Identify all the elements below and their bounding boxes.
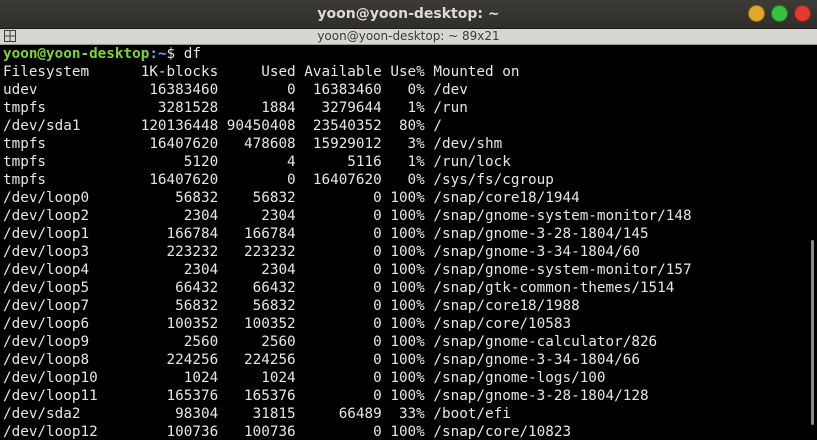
prompt-path: :~: [149, 46, 167, 62]
terminal-tab-title[interactable]: yoon@yoon-desktop: ~ 89x21: [0, 29, 817, 44]
title-bar[interactable]: yoon@yoon-desktop: ~: [0, 0, 817, 29]
minimize-button[interactable]: [748, 5, 765, 22]
df-output-row: /dev/sda2 98304 31815 66489 33% /boot/ef…: [3, 406, 511, 422]
df-output-row: /dev/loop3 223232 223232 0 100% /snap/gn…: [3, 244, 640, 260]
df-output-row: /dev/loop12 100736 100736 0 100% /snap/c…: [3, 424, 572, 440]
df-output-row: tmpfs 16407620 478608 15929012 3% /dev/s…: [3, 136, 503, 152]
df-output-row: /dev/loop6 100352 100352 0 100% /snap/co…: [3, 316, 572, 332]
maximize-button[interactable]: [771, 5, 788, 22]
df-output-row: tmpfs 16407620 0 16407620 0% /sys/fs/cgr…: [3, 172, 554, 188]
prompt-user-host: yoon@yoon-desktop: [3, 46, 150, 62]
prompt-symbol: $: [166, 46, 184, 62]
df-output-row: udev 16383460 0 16383460 0% /dev: [3, 82, 468, 98]
df-output-row: /dev/loop8 224256 224256 0 100% /snap/gn…: [3, 352, 640, 368]
df-output-row: /dev/loop2 2304 2304 0 100% /snap/gnome-…: [3, 208, 692, 224]
df-header-row: Filesystem 1K-blocks Used Available Use%…: [3, 64, 520, 80]
df-output-row: /dev/loop10 1024 1024 0 100% /snap/gnome…: [3, 370, 606, 386]
window-controls: [748, 5, 811, 23]
terminal-output[interactable]: yoon@yoon-desktop:~$ df Filesystem 1K-bl…: [0, 45, 808, 440]
close-button[interactable]: [794, 5, 811, 22]
prompt-line: yoon@yoon-desktop:~$ df: [3, 45, 201, 63]
df-output-row: /dev/loop0 56832 56832 0 100% /snap/core…: [3, 190, 580, 206]
scrollbar[interactable]: [808, 45, 817, 440]
df-output-row: /dev/loop11 165376 165376 0 100% /snap/g…: [3, 388, 649, 404]
terminal-window: yoon@yoon-desktop: ~ yoon@yoon-desktop: …: [0, 0, 817, 440]
window-title: yoon@yoon-desktop: ~: [317, 6, 500, 22]
scrollbar-thumb[interactable]: [811, 240, 814, 425]
df-output-row: /dev/loop7 56832 56832 0 100% /snap/core…: [3, 298, 580, 314]
df-output-row: /dev/loop5 66432 66432 0 100% /snap/gtk-…: [3, 280, 675, 296]
tab-bar: yoon@yoon-desktop: ~ 89x21: [0, 29, 817, 45]
prompt-command: df: [183, 46, 201, 62]
df-output-row: /dev/loop1 166784 166784 0 100% /snap/gn…: [3, 226, 649, 242]
df-output-row: tmpfs 3281528 1884 3279644 1% /run: [3, 100, 468, 116]
df-output-row: tmpfs 5120 4 5116 1% /run/lock: [3, 154, 511, 170]
df-output-row: /dev/loop4 2304 2304 0 100% /snap/gnome-…: [3, 262, 692, 278]
df-output-row: /dev/loop9 2560 2560 0 100% /snap/gnome-…: [3, 334, 658, 350]
df-output-row: /dev/sda1 120136448 90450408 23540352 80…: [3, 118, 442, 134]
